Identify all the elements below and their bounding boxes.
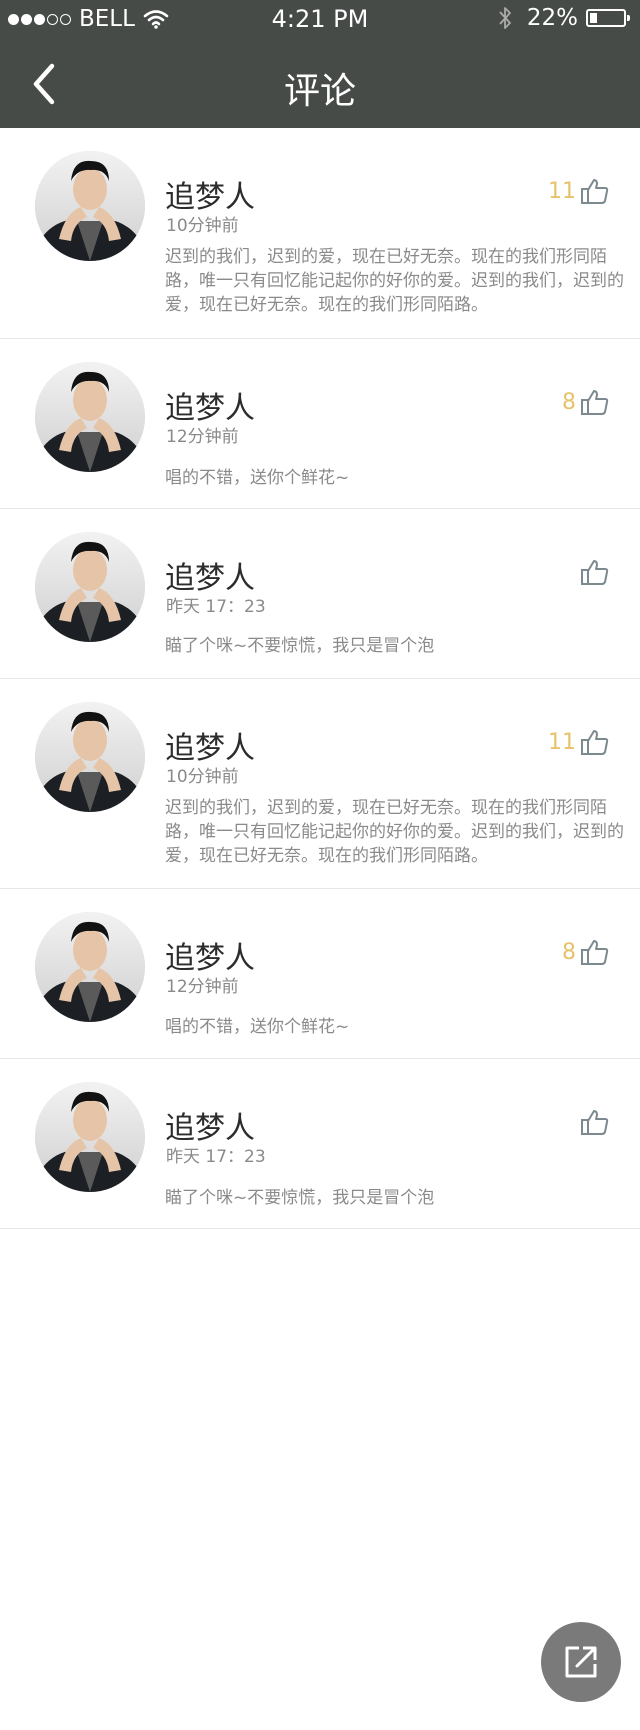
like-button[interactable] [576, 1107, 610, 1137]
like-button[interactable]: 11 [548, 176, 610, 206]
comment-item: 追梦人 12分钟前 8 唱的不错，送你个鲜花~ [0, 889, 640, 1059]
comment-text: 迟到的我们，迟到的爱，现在已好无奈。现在的我们形同陌路，唯一只有回忆能记起你的好… [165, 798, 624, 866]
comment-text: 唱的不错，送你个鲜花~ [165, 1017, 350, 1037]
comment-item: 追梦人 10分钟前 11 迟到的我们，迟到的爱，现在已好无奈。现在的我们形同陌路… [0, 679, 640, 889]
comment-text: 迟到的我们，迟到的爱，现在已好无奈。现在的我们形同陌路，唯一只有回忆能记起你的好… [165, 247, 624, 315]
thumbs-up-icon [581, 1110, 609, 1135]
comment-time: 10分钟前 [166, 216, 239, 236]
share-button[interactable] [541, 1622, 621, 1702]
like-count: 11 [548, 178, 576, 204]
comment-time: 昨天 17：23 [166, 1147, 266, 1167]
like-button[interactable] [576, 557, 610, 587]
avatar[interactable] [35, 912, 145, 1022]
comment-author: 追梦人 [165, 561, 255, 596]
comment-item: 追梦人 昨天 17：23 瞄了个咪~不要惊慌，我只是冒个泡 [0, 509, 640, 679]
like-button[interactable]: 11 [548, 727, 610, 757]
thumbs-up-icon [581, 560, 609, 585]
status-right: 22% [497, 5, 630, 31]
bluetooth-icon [499, 7, 511, 29]
avatar[interactable] [35, 532, 145, 642]
avatar[interactable] [35, 362, 145, 472]
nav-bar: 评论 [0, 40, 640, 128]
status-bar: BELL 4:21 PM 22% [0, 0, 640, 40]
comment-time: 12分钟前 [166, 977, 239, 997]
like-button[interactable]: 8 [562, 937, 610, 967]
comment-text: 瞄了个咪~不要惊慌，我只是冒个泡 [165, 1188, 435, 1208]
comment-author: 追梦人 [165, 941, 255, 976]
comment-time: 12分钟前 [166, 427, 239, 447]
avatar[interactable] [35, 151, 145, 261]
battery-percent: 22% [526, 5, 578, 31]
comment-list: 追梦人 10分钟前 11 迟到的我们，迟到的爱，现在已好无奈。现在的我们形同陌路… [0, 128, 640, 1229]
comment-item: 追梦人 10分钟前 11 迟到的我们，迟到的爱，现在已好无奈。现在的我们形同陌路… [0, 128, 640, 339]
battery-icon [586, 9, 630, 27]
thumbs-up-icon [581, 940, 609, 965]
like-count: 8 [562, 389, 576, 415]
comment-author: 追梦人 [165, 391, 255, 426]
comment-text: 唱的不错，送你个鲜花~ [165, 468, 350, 488]
like-count: 11 [548, 729, 576, 755]
comment-time: 昨天 17：23 [166, 597, 266, 617]
comment-author: 追梦人 [165, 180, 255, 215]
thumbs-up-icon [581, 390, 609, 415]
comment-author: 追梦人 [165, 1111, 255, 1146]
share-external-icon [565, 1646, 597, 1678]
comment-time: 10分钟前 [166, 767, 239, 787]
thumbs-up-icon [581, 179, 609, 204]
avatar[interactable] [35, 1082, 145, 1192]
page-title: 评论 [283, 71, 356, 112]
comment-author: 追梦人 [165, 731, 255, 766]
comment-item: 追梦人 12分钟前 8 唱的不错，送你个鲜花~ [0, 339, 640, 509]
avatar[interactable] [35, 702, 145, 812]
thumbs-up-icon [581, 730, 609, 755]
comment-text: 瞄了个咪~不要惊慌，我只是冒个泡 [165, 636, 435, 656]
comment-item: 追梦人 昨天 17：23 瞄了个咪~不要惊慌，我只是冒个泡 [0, 1059, 640, 1229]
like-button[interactable]: 8 [562, 387, 610, 417]
like-count: 8 [562, 939, 576, 965]
